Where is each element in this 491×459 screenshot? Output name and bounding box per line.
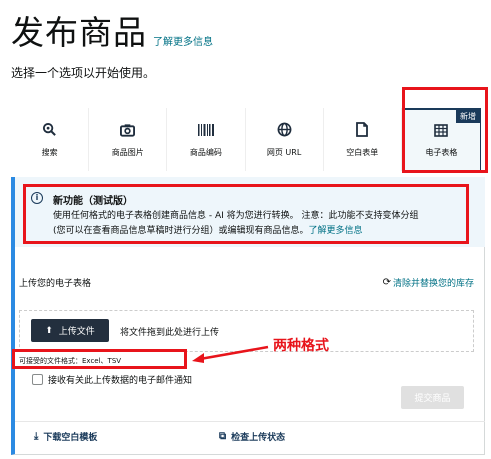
camera-icon: [120, 122, 136, 138]
option-label: 商品图片: [111, 147, 144, 157]
upload-title: 上传您的电子表格: [19, 279, 92, 289]
submit-products-button[interactable]: 提交商品: [401, 386, 464, 409]
clear-inventory-label: 清除并替换您的库存: [392, 279, 474, 289]
footer-divider: [15, 421, 485, 422]
refresh-icon: ⟳: [382, 277, 391, 288]
option-label: 商品编码: [189, 147, 222, 157]
document-icon: [354, 122, 370, 138]
download-icon: ⤓: [34, 431, 39, 442]
check-upload-status-label: 检查上传状态: [231, 433, 286, 443]
email-notify-label: 接收有关此上传数据的电子邮件通知: [48, 376, 193, 386]
barcode-icon: [197, 122, 214, 138]
highlight-box-notice: [23, 184, 469, 244]
annotation-arrow: [192, 345, 269, 363]
download-template-link[interactable]: ⤓ 下载空白模板: [34, 430, 97, 443]
option-search[interactable]: 搜索: [11, 108, 90, 171]
option-product-image[interactable]: 商品图片: [89, 108, 168, 171]
upload-file-label: 上传文件: [58, 327, 95, 337]
download-template-label: 下载空白模板: [43, 433, 98, 443]
drop-hint: 将文件拖到此处进行上传: [120, 328, 220, 338]
annotation-text: 两种格式: [273, 338, 329, 354]
highlight-box-spreadsheet: [402, 87, 488, 173]
globe-icon: [276, 122, 292, 138]
page-header: 发布商品 了解更多信息: [11, 14, 213, 52]
option-product-code[interactable]: 商品编码: [167, 108, 246, 171]
check-upload-status-link[interactable]: ⧉ 检查上传状态: [219, 430, 285, 443]
upload-file-button[interactable]: ⬆ 上传文件: [31, 319, 109, 342]
learn-more-link[interactable]: 了解更多信息: [153, 33, 213, 48]
option-label: 网页 URL: [266, 147, 302, 157]
search-icon: [42, 122, 58, 138]
email-notify-checkbox[interactable]: [32, 374, 43, 385]
external-link-icon: ⧉: [219, 431, 227, 442]
email-notify-row[interactable]: 接收有关此上传数据的电子邮件通知: [32, 373, 192, 386]
clear-inventory-link[interactable]: ⟳ 清除并替换您的库存: [383, 276, 474, 289]
page-subtitle: 选择一个选项以开始使用。: [11, 66, 156, 80]
highlight-box-formats: [12, 349, 187, 369]
option-web-url[interactable]: 网页 URL: [246, 108, 324, 171]
option-label: 空白表单: [346, 147, 379, 157]
page-title: 发布商品: [11, 13, 147, 52]
upload-icon: ⬆: [45, 325, 53, 336]
option-blank-form[interactable]: 空白表单: [324, 108, 402, 171]
option-label: 搜索: [41, 147, 58, 157]
